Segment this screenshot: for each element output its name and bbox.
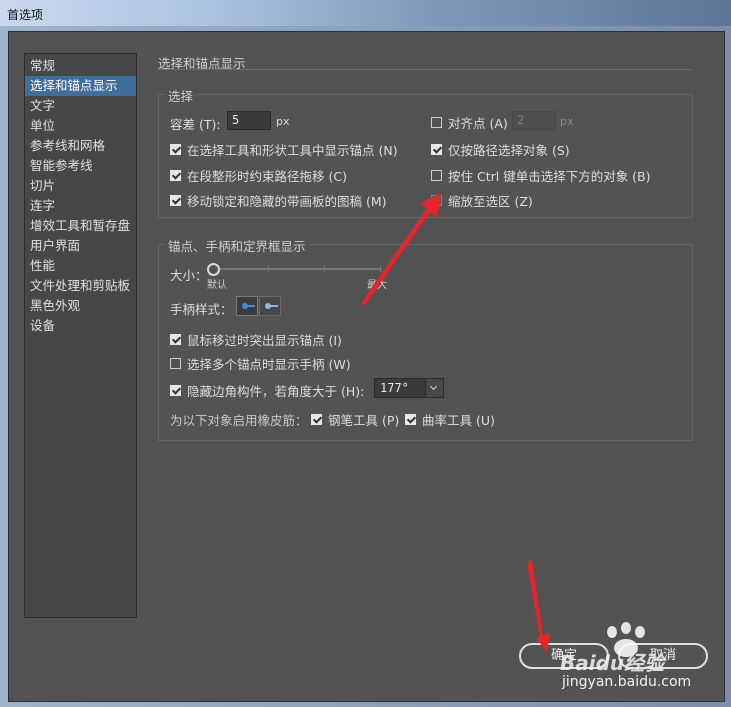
size-max-label: 最大	[367, 280, 387, 291]
watermark-brand: Baidu经验	[560, 651, 665, 675]
handle-style-label: 手柄样式：	[170, 302, 233, 317]
pen-tool-checkbox[interactable]	[311, 414, 322, 425]
curvature-tool-option[interactable]: 曲率工具 (U)	[405, 410, 495, 429]
snap-point-input[interactable]: 2	[512, 111, 556, 130]
ctrl-click-option[interactable]: 按住 Ctrl 键单击选择下方的对象 (B)	[431, 166, 651, 185]
multi-anchor-handles-checkbox[interactable]	[170, 358, 181, 369]
size-tick	[324, 266, 325, 272]
sidebar-item-devices[interactable]: 设备	[25, 316, 136, 336]
sidebar-item-smart-guides[interactable]: 智能参考线	[25, 156, 136, 176]
tolerance-unit: px	[276, 115, 290, 128]
snap-point-label: 对齐点 (A)	[448, 116, 508, 131]
tolerance-input[interactable]: 5	[227, 111, 271, 130]
hide-corner-widget-label: 隐藏边角构件，若角度大于 (H):	[187, 384, 365, 399]
sidebar-item-type[interactable]: 文字	[25, 96, 136, 116]
move-locked-label: 移动锁定和隐藏的带画板的图稿 (M)	[187, 194, 387, 209]
sidebar-item-hyphenation[interactable]: 连字	[25, 196, 136, 216]
handle-style-solid-button[interactable]	[236, 296, 258, 316]
corner-angle-value: 177°	[380, 381, 409, 395]
size-min-label: 默认	[207, 280, 227, 291]
multi-anchor-handles-label: 选择多个锚点时显示手柄 (W)	[187, 357, 351, 372]
constrain-drag-option[interactable]: 在段整形时约束路径拖移 (C)	[170, 166, 347, 185]
hide-corner-widget-option[interactable]: 隐藏边角构件，若角度大于 (H):	[170, 381, 364, 400]
path-select-option[interactable]: 仅按路径选择对象 (S)	[431, 140, 570, 159]
rubber-band-label: 为以下对象启用橡皮筋：	[170, 413, 308, 428]
pen-tool-label: 钢笔工具 (P)	[328, 413, 400, 428]
snap-point-unit: px	[560, 115, 574, 128]
size-tick	[380, 266, 381, 272]
highlight-anchors-label: 鼠标移过时突出显示锚点 (I)	[187, 333, 342, 348]
path-select-checkbox[interactable]	[431, 144, 442, 155]
snap-point-option[interactable]: 对齐点 (A)	[431, 113, 508, 132]
move-locked-checkbox[interactable]	[170, 195, 181, 206]
watermark-url: jingyan.baidu.com	[562, 674, 692, 690]
hide-corner-widget-checkbox[interactable]	[170, 385, 181, 396]
sidebar-item-slices[interactable]: 切片	[25, 176, 136, 196]
sidebar-item-file-clipboard[interactable]: 文件处理和剪贴板	[25, 276, 136, 296]
path-select-label: 仅按路径选择对象 (S)	[448, 143, 570, 158]
size-slider-track[interactable]	[212, 268, 382, 270]
sidebar-item-plugins-scratch[interactable]: 增效工具和暂存盘	[25, 216, 136, 236]
title-bar: 首选项	[0, 0, 731, 26]
pen-tool-option[interactable]: 钢笔工具 (P)	[311, 410, 399, 429]
section-divider	[158, 69, 693, 70]
ctrl-click-label: 按住 Ctrl 键单击选择下方的对象 (B)	[448, 169, 651, 184]
category-list[interactable]: 常规 选择和锚点显示 文字 单位 参考线和网格 智能参考线 切片 连字 增效工具…	[24, 53, 137, 618]
corner-angle-select[interactable]: 177°	[374, 378, 444, 398]
curvature-tool-checkbox[interactable]	[405, 414, 416, 425]
sidebar-item-general[interactable]: 常规	[25, 56, 136, 76]
ctrl-click-checkbox[interactable]	[431, 170, 442, 181]
move-locked-option[interactable]: 移动锁定和隐藏的带画板的图稿 (M)	[170, 191, 387, 210]
zoom-to-selection-label: 缩放至选区 (Z)	[448, 194, 533, 209]
anchor-group-title: 锚点、手柄和定界框显示	[165, 236, 309, 255]
zoom-to-selection-option[interactable]: 缩放至选区 (Z)	[431, 191, 533, 210]
window-title: 首选项	[7, 8, 44, 22]
highlight-anchors-option[interactable]: 鼠标移过时突出显示锚点 (I)	[170, 330, 342, 349]
sidebar-item-black-appearance[interactable]: 黑色外观	[25, 296, 136, 316]
size-tick	[268, 266, 269, 272]
tolerance-label: 容差 (T):	[170, 117, 221, 132]
sidebar-item-performance[interactable]: 性能	[25, 256, 136, 276]
highlight-anchors-checkbox[interactable]	[170, 334, 181, 345]
sidebar-item-selection-anchor[interactable]: 选择和锚点显示	[25, 76, 136, 96]
constrain-drag-checkbox[interactable]	[170, 170, 181, 181]
curvature-tool-label: 曲率工具 (U)	[422, 413, 495, 428]
snap-point-checkbox[interactable]	[431, 117, 442, 128]
show-anchors-label: 在选择工具和形状工具中显示锚点 (N)	[187, 143, 398, 158]
multi-anchor-handles-option[interactable]: 选择多个锚点时显示手柄 (W)	[170, 354, 351, 373]
handle-style-hollow-button[interactable]	[259, 296, 281, 316]
sidebar-item-units[interactable]: 单位	[25, 116, 136, 136]
sidebar-item-user-interface[interactable]: 用户界面	[25, 236, 136, 256]
size-slider-knob[interactable]	[207, 263, 220, 276]
chevron-down-icon[interactable]	[425, 379, 443, 397]
sidebar-item-guides-grid[interactable]: 参考线和网格	[25, 136, 136, 156]
show-anchors-checkbox[interactable]	[170, 144, 181, 155]
selection-group-title: 选择	[165, 86, 197, 105]
show-anchors-option[interactable]: 在选择工具和形状工具中显示锚点 (N)	[170, 140, 398, 159]
constrain-drag-label: 在段整形时约束路径拖移 (C)	[187, 169, 347, 184]
zoom-to-selection-checkbox[interactable]	[431, 195, 442, 206]
size-label: 大小：	[170, 268, 208, 283]
